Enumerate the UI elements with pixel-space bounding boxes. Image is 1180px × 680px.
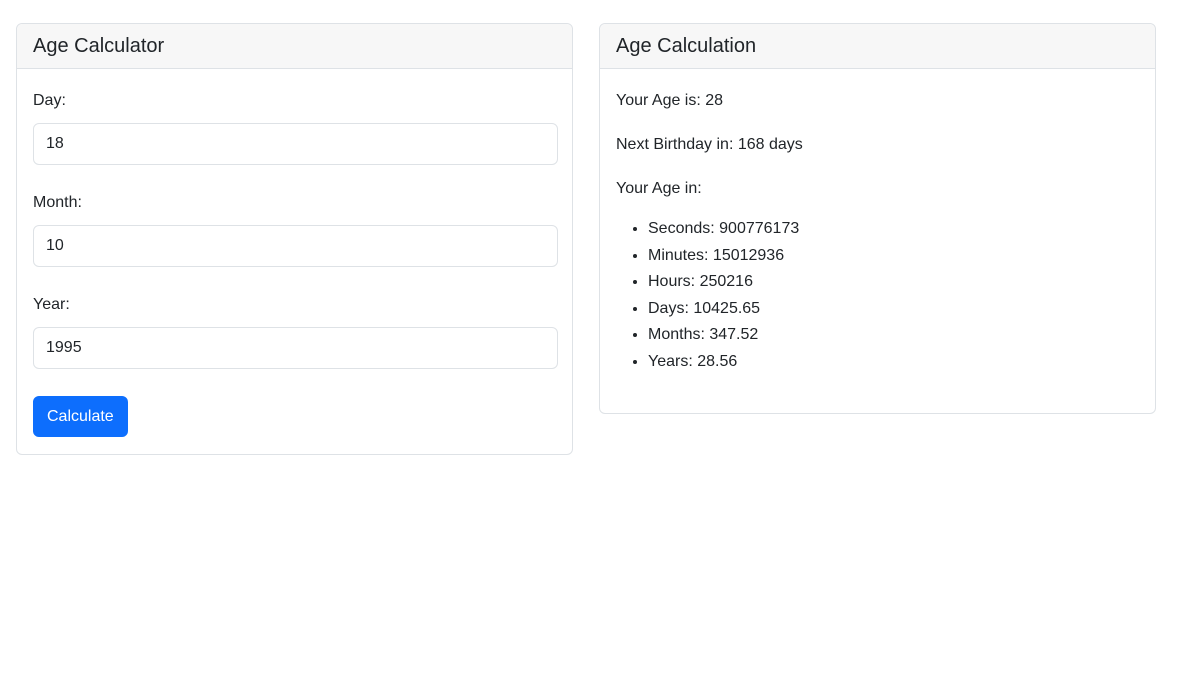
month-label: Month:	[33, 194, 82, 211]
calculate-button[interactable]: Calculate	[33, 396, 128, 437]
result-body: Your Age is: 28 Next Birthday in: 168 da…	[600, 69, 1155, 392]
calculator-form: Day: Month: Year: Calculate	[17, 69, 572, 453]
list-item-hours: Hours: 250216	[648, 269, 1139, 296]
list-item-days: Days: 10425.65	[648, 296, 1139, 323]
list-item-minutes: Minutes: 15012936	[648, 243, 1139, 270]
list-item-months: Months: 347.52	[648, 322, 1139, 349]
day-input[interactable]	[33, 123, 558, 165]
year-field-group: Year:	[33, 295, 558, 391]
day-field-group: Day:	[33, 91, 558, 187]
month-input[interactable]	[33, 225, 558, 267]
result-header: Age Calculation	[600, 24, 1155, 69]
age-text: Your Age is: 28	[616, 92, 724, 109]
calculator-title: Age Calculator	[33, 34, 165, 57]
list-item-seconds: Seconds: 900776173	[648, 216, 1139, 243]
age-calculation-card: Age Calculation Your Age is: 28 Next Bir…	[599, 23, 1156, 414]
calculator-header: Age Calculator	[17, 24, 572, 69]
day-label: Day:	[33, 92, 66, 109]
age-calculator-card: Age Calculator Day: Month: Year: Calcula…	[16, 23, 573, 455]
age-in-label: Your Age in:	[616, 180, 702, 197]
next-birthday-text: Next Birthday in: 168 days	[616, 136, 803, 153]
year-label: Year:	[33, 296, 70, 313]
result-title: Age Calculation	[616, 34, 757, 57]
list-item-years: Years: 28.56	[648, 349, 1139, 376]
age-units-list: Seconds: 900776173 Minutes: 15012936 Hou…	[616, 216, 1139, 376]
year-input[interactable]	[33, 327, 558, 369]
month-field-group: Month:	[33, 193, 558, 289]
